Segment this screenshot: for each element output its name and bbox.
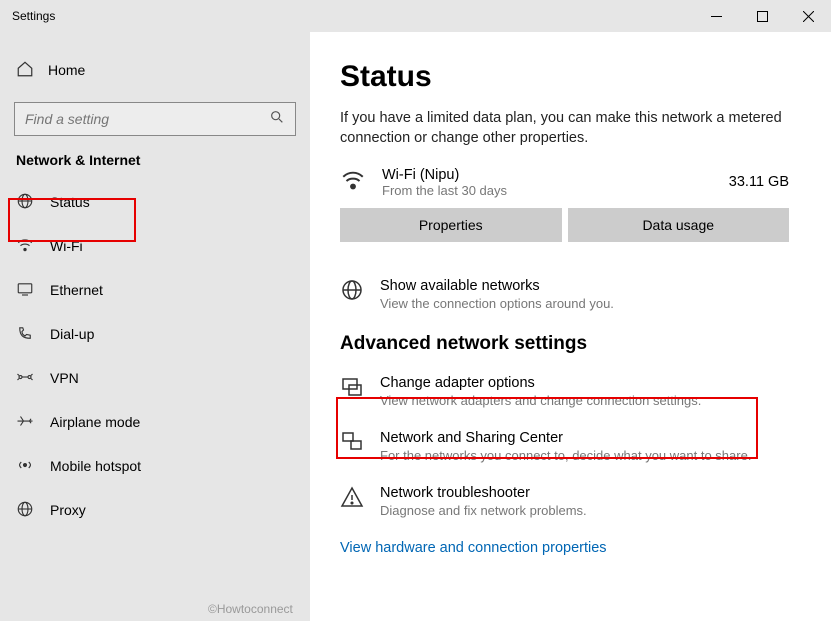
sidebar-item-wifi[interactable]: Wi-Fi	[0, 224, 310, 268]
adv-item-desc: View network adapters and change connect…	[380, 393, 701, 408]
sidebar-home-label: Home	[48, 62, 85, 78]
connection-row: Wi-Fi (Nipu) From the last 30 days 33.11…	[340, 167, 789, 198]
connection-subtitle: From the last 30 days	[382, 183, 713, 198]
sidebar-item-ethernet[interactable]: Ethernet	[0, 268, 310, 312]
adapter-icon	[340, 375, 364, 399]
connection-usage: 33.11 GB	[729, 174, 789, 190]
sidebar-item-hotspot[interactable]: Mobile hotspot	[0, 444, 310, 488]
hotspot-icon	[16, 456, 34, 477]
data-usage-button[interactable]: Data usage	[568, 208, 790, 242]
sidebar-item-label: Dial-up	[50, 326, 94, 342]
warning-icon	[340, 485, 364, 509]
window-title: Settings	[12, 9, 55, 23]
wifi-icon	[340, 167, 366, 198]
sidebar-item-label: Proxy	[50, 502, 86, 518]
wifi-icon	[16, 236, 34, 257]
airplane-icon	[16, 412, 34, 433]
ethernet-icon	[16, 280, 34, 301]
search-input[interactable]	[25, 111, 233, 127]
main-content: Status If you have a limited data plan, …	[310, 32, 831, 621]
sidebar-item-label: Status	[50, 194, 90, 210]
minimize-button[interactable]	[693, 0, 739, 32]
show-available-networks[interactable]: Show available networks View the connect…	[340, 278, 789, 311]
view-hardware-link[interactable]: View hardware and connection properties	[340, 540, 789, 556]
sidebar: Home Network & Internet Status Wi-Fi Eth…	[0, 32, 310, 621]
sidebar-item-status[interactable]: Status	[0, 180, 310, 224]
titlebar: Settings	[0, 0, 831, 32]
maximize-button[interactable]	[739, 0, 785, 32]
available-title: Show available networks	[380, 278, 614, 294]
properties-button[interactable]: Properties	[340, 208, 562, 242]
search-icon	[269, 109, 285, 130]
sidebar-item-label: VPN	[50, 370, 79, 386]
close-button[interactable]	[785, 0, 831, 32]
sharing-icon	[340, 430, 364, 454]
sidebar-item-label: Mobile hotspot	[50, 458, 141, 474]
dialup-icon	[16, 324, 34, 345]
change-adapter-options[interactable]: Change adapter options View network adap…	[340, 375, 789, 408]
advanced-heading: Advanced network settings	[340, 333, 789, 355]
sidebar-item-airplane[interactable]: Airplane mode	[0, 400, 310, 444]
search-input-container[interactable]	[14, 102, 296, 136]
lead-text: If you have a limited data plan, you can…	[340, 108, 789, 149]
sidebar-item-label: Wi-Fi	[50, 238, 83, 254]
sidebar-item-proxy[interactable]: Proxy	[0, 488, 310, 532]
network-troubleshooter[interactable]: Network troubleshooter Diagnose and fix …	[340, 485, 789, 518]
page-heading: Status	[340, 60, 789, 94]
sidebar-item-dialup[interactable]: Dial-up	[0, 312, 310, 356]
proxy-icon	[16, 500, 34, 521]
sidebar-item-label: Ethernet	[50, 282, 103, 298]
adv-item-desc: Diagnose and fix network problems.	[380, 503, 587, 518]
sidebar-item-label: Airplane mode	[50, 414, 140, 430]
adv-item-title: Network troubleshooter	[380, 485, 587, 501]
vpn-icon	[16, 368, 34, 389]
status-icon	[16, 192, 34, 213]
sidebar-item-vpn[interactable]: VPN	[0, 356, 310, 400]
sidebar-home[interactable]: Home	[0, 50, 310, 90]
adv-item-title: Network and Sharing Center	[380, 430, 751, 446]
watermark: ©Howtoconnect	[208, 602, 293, 616]
available-desc: View the connection options around you.	[380, 296, 614, 311]
globe-icon	[340, 278, 364, 302]
connection-name: Wi-Fi (Nipu)	[382, 167, 713, 183]
sidebar-section-label: Network & Internet	[0, 152, 310, 168]
adv-item-title: Change adapter options	[380, 375, 701, 391]
network-sharing-center[interactable]: Network and Sharing Center For the netwo…	[340, 430, 789, 463]
adv-item-desc: For the networks you connect to, decide …	[380, 448, 751, 463]
home-icon	[16, 60, 34, 81]
